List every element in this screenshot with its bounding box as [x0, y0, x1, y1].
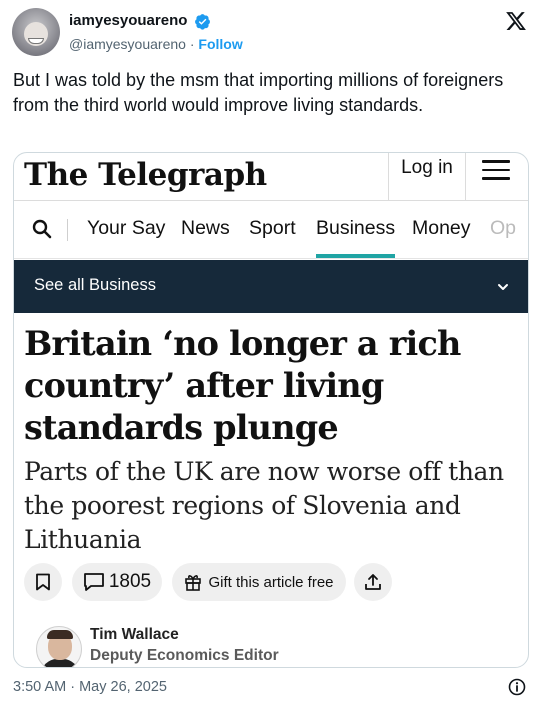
nav-item-business: Business: [316, 217, 396, 258]
nav-item-your-say: Your Say: [87, 217, 166, 239]
telegraph-masthead: The Telegraph Log in: [14, 153, 528, 201]
share-button: [354, 563, 392, 601]
bookmark-button: [24, 563, 62, 601]
menu-icon: [482, 160, 510, 182]
bookmark-icon: [36, 573, 50, 591]
nav-item-opinion: Op: [490, 217, 517, 239]
see-all-bar: See all Business: [14, 260, 528, 313]
gift-article-button: Gift this article free: [172, 563, 346, 601]
login-button: Log in: [388, 153, 466, 201]
article-headline: Britain ‘no longer a rich country’ after…: [24, 324, 461, 447]
tweet-timestamp[interactable]: 3:50 AM · May 26, 2025: [13, 679, 167, 695]
section-nav: Your Say News Sport Business Money Op: [14, 201, 528, 259]
author-name: Tim Wallace: [90, 626, 179, 643]
chevron-down-icon: [498, 284, 508, 290]
tweet-header: iamyesyouareno @iamyesyouareno · Follow: [12, 8, 529, 58]
x-logo-icon[interactable]: [505, 10, 527, 32]
gift-icon: [185, 575, 202, 591]
verified-badge-icon: [195, 14, 210, 30]
article-standfirst: Parts of the UK are now worse off than t…: [24, 457, 504, 554]
see-all-label: See all Business: [34, 276, 156, 294]
display-name[interactable]: iamyesyouareno: [69, 12, 187, 29]
nav-item-money: Money: [412, 217, 471, 239]
info-icon[interactable]: [508, 678, 526, 696]
comment-count: 1805: [108, 571, 152, 592]
search-icon: [32, 219, 52, 239]
comment-icon: [83, 573, 104, 591]
follow-button[interactable]: Follow: [198, 36, 242, 52]
user-handle[interactable]: @iamyesyouareno: [69, 36, 186, 52]
share-icon: [365, 574, 381, 590]
handle-separator: ·: [185, 36, 199, 52]
telegraph-logo: The Telegraph: [24, 157, 267, 193]
author-role: Deputy Economics Editor: [90, 647, 279, 664]
tweet-media-card[interactable]: The Telegraph Log in Your Say News Sport…: [13, 152, 529, 668]
handle-row: @iamyesyouareno · Follow: [69, 36, 243, 52]
nav-item-sport: Sport: [249, 217, 296, 239]
tweet-text: But I was told by the msm that importing…: [13, 70, 504, 115]
author-byline: Tim Wallace Deputy Economics Editor: [24, 623, 524, 667]
gift-label: Gift this article free: [208, 573, 334, 591]
article-actions: 1805 Gift this article free: [24, 563, 524, 603]
comments-button: 1805: [72, 563, 162, 601]
nav-item-news: News: [181, 217, 230, 239]
nav-divider: [67, 219, 68, 241]
user-avatar[interactable]: [12, 8, 60, 56]
author-avatar: [36, 626, 82, 667]
